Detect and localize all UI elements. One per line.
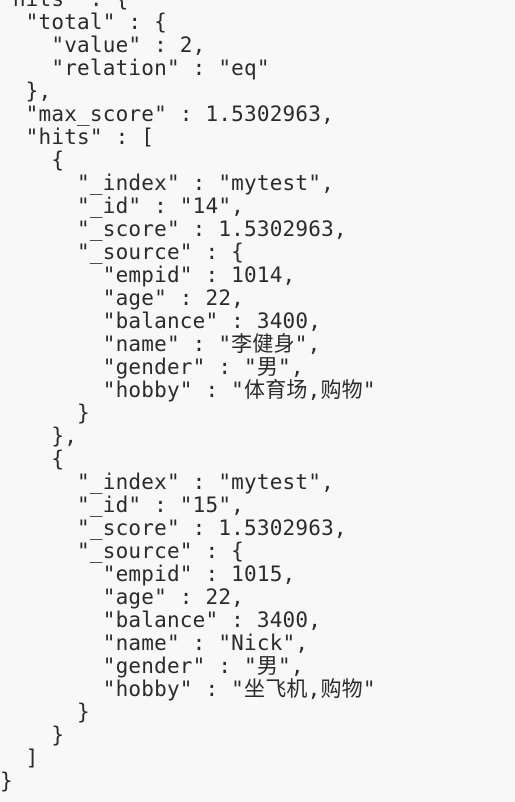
json-response-viewer: "hits" : { "total" : { "value" : 2, "rel… (0, 0, 376, 793)
code-line: } (0, 700, 90, 724)
code-line: "_id" : "14", (0, 194, 245, 218)
code-line: "_index" : "mytest", (0, 470, 334, 494)
code-line: "_source" : { (0, 240, 245, 264)
code-line: "total" : { (0, 10, 167, 34)
code-line: "value" : 2, (0, 33, 206, 57)
code-line: }, (0, 424, 78, 448)
code-line: "gender" : "男", (0, 654, 304, 678)
code-line: "balance" : 3400, (0, 309, 322, 333)
code-line: "hobby" : "体育场,购物" (0, 378, 376, 402)
code-line: "age" : 22, (0, 286, 245, 310)
code-line: "relation" : "eq" (0, 56, 270, 80)
code-line: } (0, 401, 90, 425)
code-line: "empid" : 1015, (0, 562, 296, 586)
code-line: { (0, 148, 65, 172)
code-line: "balance" : 3400, (0, 608, 322, 632)
code-line: } (0, 769, 13, 793)
code-line: "hits" : [ (0, 125, 155, 149)
code-line: { (0, 447, 65, 471)
code-line: "age" : 22, (0, 585, 245, 609)
code-line: "max_score" : 1.5302963, (0, 102, 334, 126)
code-line: }, (0, 79, 52, 103)
code-line: "_id" : "15", (0, 493, 245, 517)
code-line: "_source" : { (0, 539, 245, 563)
code-line: "_score" : 1.5302963, (0, 516, 347, 540)
code-line: "hobby" : "坐飞机,购物" (0, 677, 376, 701)
code-line: "_score" : 1.5302963, (0, 217, 347, 241)
code-line: "name" : "李健身", (0, 332, 321, 356)
code-line: "_index" : "mytest", (0, 171, 334, 195)
code-line: "name" : "Nick", (0, 631, 309, 655)
code-line: } (0, 723, 65, 747)
code-line: ] (0, 746, 39, 770)
code-line: "empid" : 1014, (0, 263, 296, 287)
code-line: "gender" : "男", (0, 355, 304, 379)
